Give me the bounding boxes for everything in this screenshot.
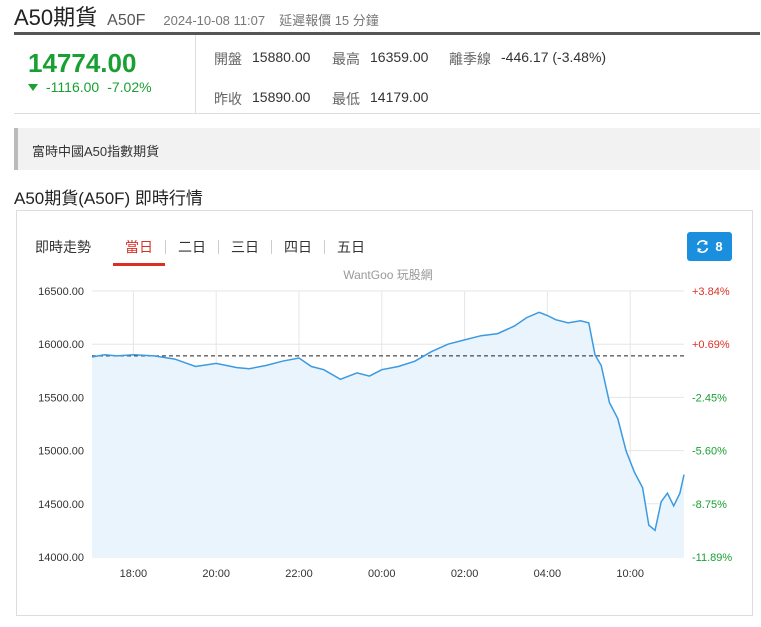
pct-tick-label: -5.60% xyxy=(692,446,727,458)
instrument-code: A50F xyxy=(107,12,146,29)
x-tick-label: 00:00 xyxy=(368,568,396,580)
period-tabs: 即時走勢 當日 二日 三日 四日 五日 xyxy=(35,237,377,266)
refresh-button[interactable]: 8 xyxy=(687,232,732,261)
instrument-description: 富時中國A50指數期貨 xyxy=(14,128,760,170)
chart-panel: WantGoo 玩股網 16500.00 +3.84% 16000.00 +0.69% 1… xyxy=(16,210,753,616)
pct-tick-label: -11.89% xyxy=(692,552,732,564)
y-tick-label: 15000.00 xyxy=(38,446,84,458)
section-title: A50期貨(A50F) 即時行情 xyxy=(14,189,203,208)
x-tick-label: 04:00 xyxy=(534,568,562,580)
delay-notice: 延遲報價 15 分鐘 xyxy=(279,13,379,28)
pct-tick-label: -2.45% xyxy=(692,392,727,404)
refresh-count: 8 xyxy=(715,239,723,254)
description-text: 富時中國A50指數期貨 xyxy=(32,144,160,159)
price-change: -1116.00 -7.02% xyxy=(28,79,195,95)
stat-high-value: 16359.00 xyxy=(370,49,429,65)
stats-block: 開盤 15880.00 最高 16359.00 離季線 -446.17 (-3.… xyxy=(196,35,760,113)
stat-open-label: 開盤 xyxy=(214,51,242,67)
pct-tick-label: -8.75% xyxy=(692,499,727,511)
pct-tick-label: +0.69% xyxy=(692,339,730,351)
stat-high-label: 最高 xyxy=(332,51,360,67)
pct-tick-label: +3.84% xyxy=(692,286,730,298)
tab-1-day[interactable]: 當日 xyxy=(113,237,165,266)
quote-timestamp: 2024-10-08 11:07 xyxy=(163,13,266,28)
tab-5-day[interactable]: 五日 xyxy=(325,237,377,257)
down-arrow-icon xyxy=(28,83,38,91)
x-tick-label: 10:00 xyxy=(616,568,644,580)
stat-gap-value: -446.17 (-3.48%) xyxy=(501,49,607,65)
quote-summary: 14774.00 -1116.00 -7.02% 開盤 15880.00 最高 … xyxy=(14,32,760,114)
x-tick-label: 02:00 xyxy=(451,568,479,580)
refresh-icon xyxy=(697,240,709,253)
stat-prev: 昨收 15890.00 xyxy=(214,89,310,109)
price-area xyxy=(92,312,684,557)
tab-4-day[interactable]: 四日 xyxy=(272,237,324,257)
stat-gap: 離季線 -446.17 (-3.48%) xyxy=(449,49,606,69)
change-percent: -7.02% xyxy=(107,79,152,95)
y-tick-label: 16500.00 xyxy=(38,286,84,298)
y-tick-label: 14000.00 xyxy=(38,552,84,564)
stat-prev-value: 15890.00 xyxy=(252,89,311,105)
stat-open-value: 15880.00 xyxy=(252,49,311,65)
y-tick-label: 16000.00 xyxy=(38,339,84,351)
x-tick-label: 22:00 xyxy=(285,568,313,580)
stat-prev-label: 昨收 xyxy=(214,91,242,107)
quote-header: A50期貨 A50F 2024-10-08 11:07 延遲報價 15 分鐘 xyxy=(14,0,754,30)
change-value: -1116.00 xyxy=(46,79,100,95)
stat-gap-label: 離季線 xyxy=(449,51,491,67)
stat-low-label: 最低 xyxy=(332,91,360,107)
x-tick-label: 20:00 xyxy=(202,568,230,580)
stat-low-value: 14179.00 xyxy=(370,89,429,105)
instrument-name: A50期貨 xyxy=(14,5,98,30)
tab-2-day[interactable]: 二日 xyxy=(166,237,218,257)
y-tick-label: 15500.00 xyxy=(38,392,84,404)
stat-open: 開盤 15880.00 xyxy=(214,49,310,69)
price-block: 14774.00 -1116.00 -7.02% xyxy=(14,35,196,113)
chart-watermark: WantGoo 玩股網 xyxy=(343,268,433,282)
stat-high: 最高 16359.00 xyxy=(332,49,428,69)
tab-3-day[interactable]: 三日 xyxy=(219,237,271,257)
last-price: 14774.00 xyxy=(28,48,137,78)
trend-label: 即時走勢 xyxy=(35,239,91,255)
x-tick-label: 18:00 xyxy=(120,568,148,580)
y-tick-label: 14500.00 xyxy=(38,499,84,511)
stat-low: 最低 14179.00 xyxy=(332,89,428,109)
intraday-chart: WantGoo 玩股網 16500.00 +3.84% 16000.00 +0.69% 1… xyxy=(38,268,732,580)
